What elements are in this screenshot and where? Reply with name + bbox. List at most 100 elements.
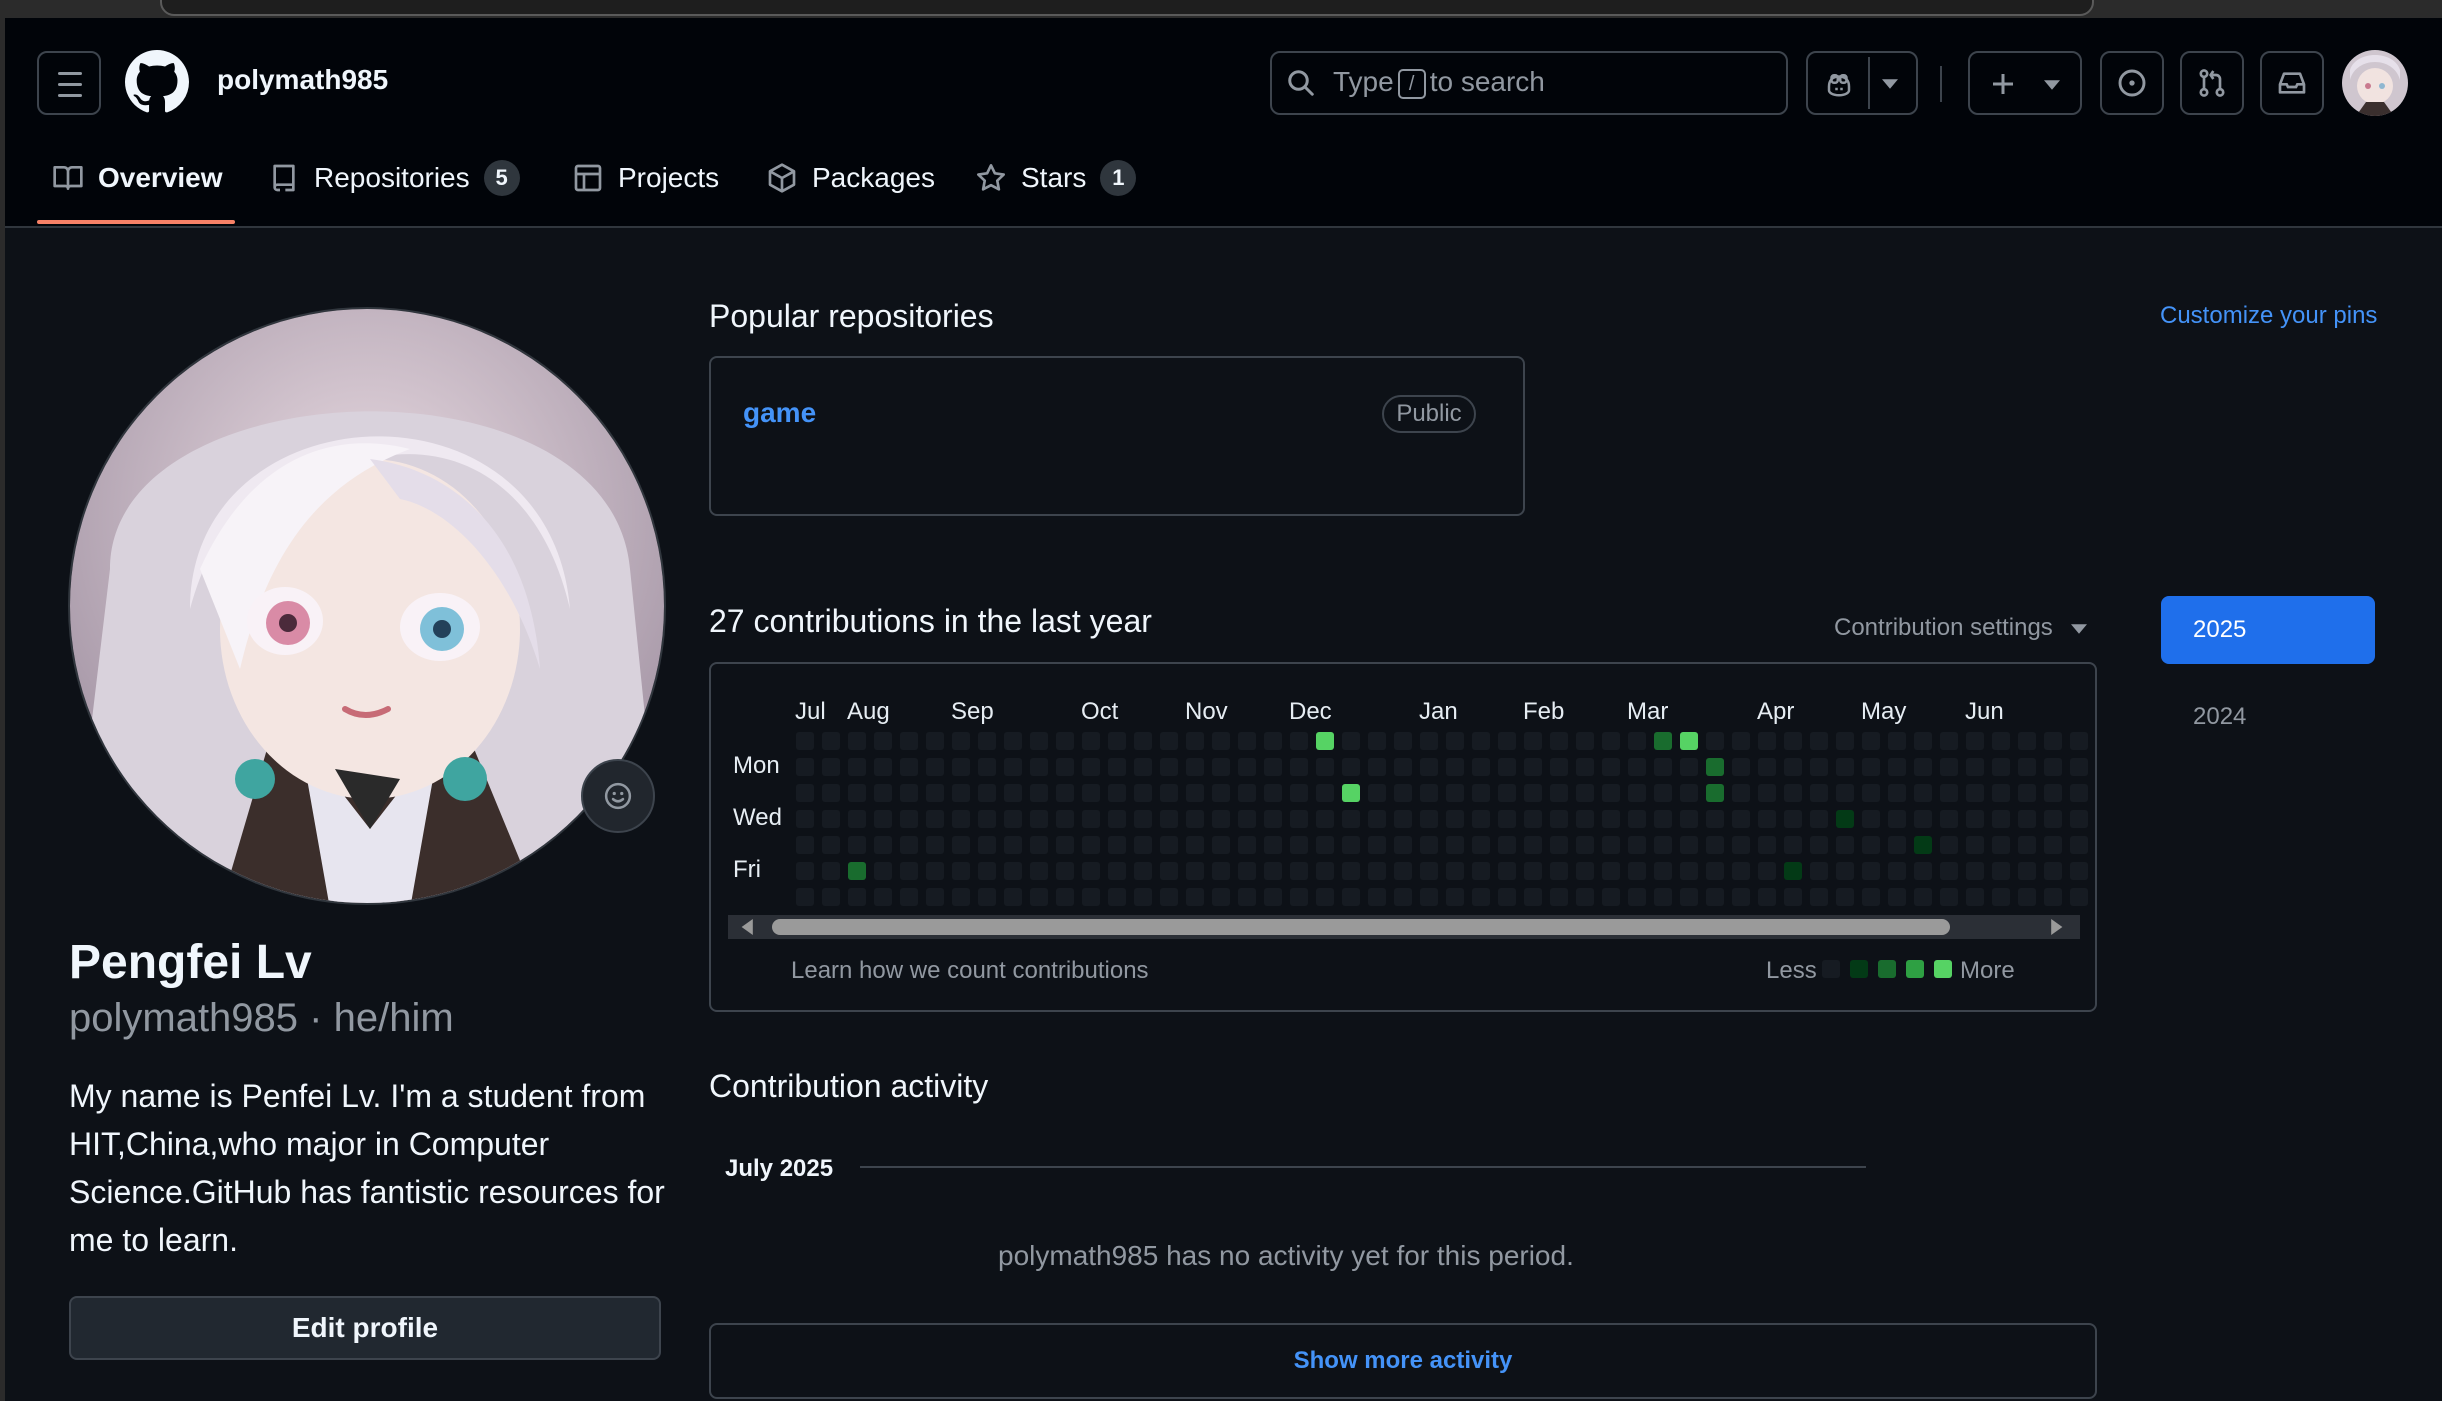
contribution-day-cell[interactable] [796,758,814,776]
contribution-day-cell[interactable] [1810,836,1828,854]
contribution-day-cell[interactable] [1316,784,1334,802]
contribution-day-cell[interactable] [1004,784,1022,802]
contribution-day-cell[interactable] [900,758,918,776]
contribution-settings-dropdown[interactable]: Contribution settings [1834,614,2088,642]
contribution-day-cell[interactable] [1654,732,1672,750]
contribution-day-cell[interactable] [1186,862,1204,880]
contribution-day-cell[interactable] [1862,862,1880,880]
contribution-day-cell[interactable] [2044,810,2062,828]
contribution-day-cell[interactable] [1654,836,1672,854]
contribution-day-cell[interactable] [1160,810,1178,828]
contribution-day-cell[interactable] [1342,758,1360,776]
contribution-day-cell[interactable] [1888,888,1906,906]
contribution-day-cell[interactable] [2018,888,2036,906]
contribution-day-cell[interactable] [1862,732,1880,750]
contribution-day-cell[interactable] [952,732,970,750]
contribution-day-cell[interactable] [952,862,970,880]
contribution-day-cell[interactable] [1316,836,1334,854]
contribution-day-cell[interactable] [900,784,918,802]
contribution-day-cell[interactable] [1602,732,1620,750]
contribution-day-cell[interactable] [1810,862,1828,880]
contribution-day-cell[interactable] [978,810,996,828]
github-logo-icon[interactable] [125,50,189,114]
contribution-day-cell[interactable] [1836,758,1854,776]
customize-pins-link[interactable]: Customize your pins [2160,302,2377,330]
contribution-day-cell[interactable] [1004,732,1022,750]
contribution-day-cell[interactable] [1342,810,1360,828]
contribution-day-cell[interactable] [1082,758,1100,776]
contribution-day-cell[interactable] [1862,784,1880,802]
contribution-day-cell[interactable] [1680,810,1698,828]
contribution-day-cell[interactable] [1316,810,1334,828]
contribution-day-cell[interactable] [822,758,840,776]
contribution-day-cell[interactable] [2070,888,2088,906]
contribution-day-cell[interactable] [1836,784,1854,802]
contribution-day-cell[interactable] [1394,810,1412,828]
contribution-day-cell[interactable] [1186,810,1204,828]
contribution-day-cell[interactable] [796,810,814,828]
contribution-day-cell[interactable] [1082,888,1100,906]
contribution-day-cell[interactable] [822,732,840,750]
contribution-day-cell[interactable] [900,836,918,854]
contribution-day-cell[interactable] [1550,784,1568,802]
contribution-day-cell[interactable] [2018,836,2036,854]
edit-profile-button[interactable]: Edit profile [69,1296,661,1360]
contribution-day-cell[interactable] [1056,862,1074,880]
contribution-day-cell[interactable] [1108,758,1126,776]
header-username[interactable]: polymath985 [217,64,388,96]
contribution-day-cell[interactable] [1082,732,1100,750]
contribution-day-cell[interactable] [822,862,840,880]
contribution-day-cell[interactable] [1862,888,1880,906]
contribution-day-cell[interactable] [1472,862,1490,880]
contribution-day-cell[interactable] [1056,836,1074,854]
contribution-day-cell[interactable] [1784,784,1802,802]
contribution-day-cell[interactable] [848,732,866,750]
contribution-day-cell[interactable] [874,758,892,776]
contribution-day-cell[interactable] [2044,784,2062,802]
contribution-day-cell[interactable] [1810,784,1828,802]
contribution-day-cell[interactable] [1264,758,1282,776]
contribution-day-cell[interactable] [1082,810,1100,828]
contribution-day-cell[interactable] [1394,888,1412,906]
contribution-day-cell[interactable] [1030,862,1048,880]
contribution-day-cell[interactable] [1212,758,1230,776]
contribution-day-cell[interactable] [848,758,866,776]
contribution-day-cell[interactable] [1368,862,1386,880]
contribution-day-cell[interactable] [1758,836,1776,854]
contribution-day-cell[interactable] [1576,810,1594,828]
contribution-day-cell[interactable] [1966,758,1984,776]
contribution-day-cell[interactable] [1238,784,1256,802]
contribution-day-cell[interactable] [1316,758,1334,776]
contribution-day-cell[interactable] [1030,888,1048,906]
contribution-day-cell[interactable] [1576,784,1594,802]
contribution-day-cell[interactable] [1446,784,1464,802]
contribution-day-cell[interactable] [1108,888,1126,906]
contribution-day-cell[interactable] [1212,862,1230,880]
contribution-day-cell[interactable] [822,888,840,906]
contribution-day-cell[interactable] [1706,888,1724,906]
contribution-day-cell[interactable] [1992,732,2010,750]
contribution-day-cell[interactable] [1680,732,1698,750]
contribution-day-cell[interactable] [2018,758,2036,776]
contribution-day-cell[interactable] [1914,862,1932,880]
contribution-day-cell[interactable] [1836,732,1854,750]
contribution-day-cell[interactable] [1992,810,2010,828]
contribution-day-cell[interactable] [1186,732,1204,750]
contribution-day-cell[interactable] [1758,810,1776,828]
contribution-day-cell[interactable] [1498,862,1516,880]
contribution-day-cell[interactable] [1238,888,1256,906]
contribution-day-cell[interactable] [1524,810,1542,828]
contribution-day-cell[interactable] [1576,732,1594,750]
contribution-day-cell[interactable] [1420,732,1438,750]
contribution-day-cell[interactable] [1160,836,1178,854]
contribution-day-cell[interactable] [1316,862,1334,880]
contribution-day-cell[interactable] [1004,862,1022,880]
contribution-day-cell[interactable] [2044,758,2062,776]
contribution-day-cell[interactable] [1446,758,1464,776]
contribution-day-cell[interactable] [978,862,996,880]
contribution-day-cell[interactable] [1420,888,1438,906]
contribution-day-cell[interactable] [1732,888,1750,906]
contribution-day-cell[interactable] [1238,862,1256,880]
contribution-day-cell[interactable] [1472,888,1490,906]
tab-packages[interactable]: Packages [766,158,935,198]
